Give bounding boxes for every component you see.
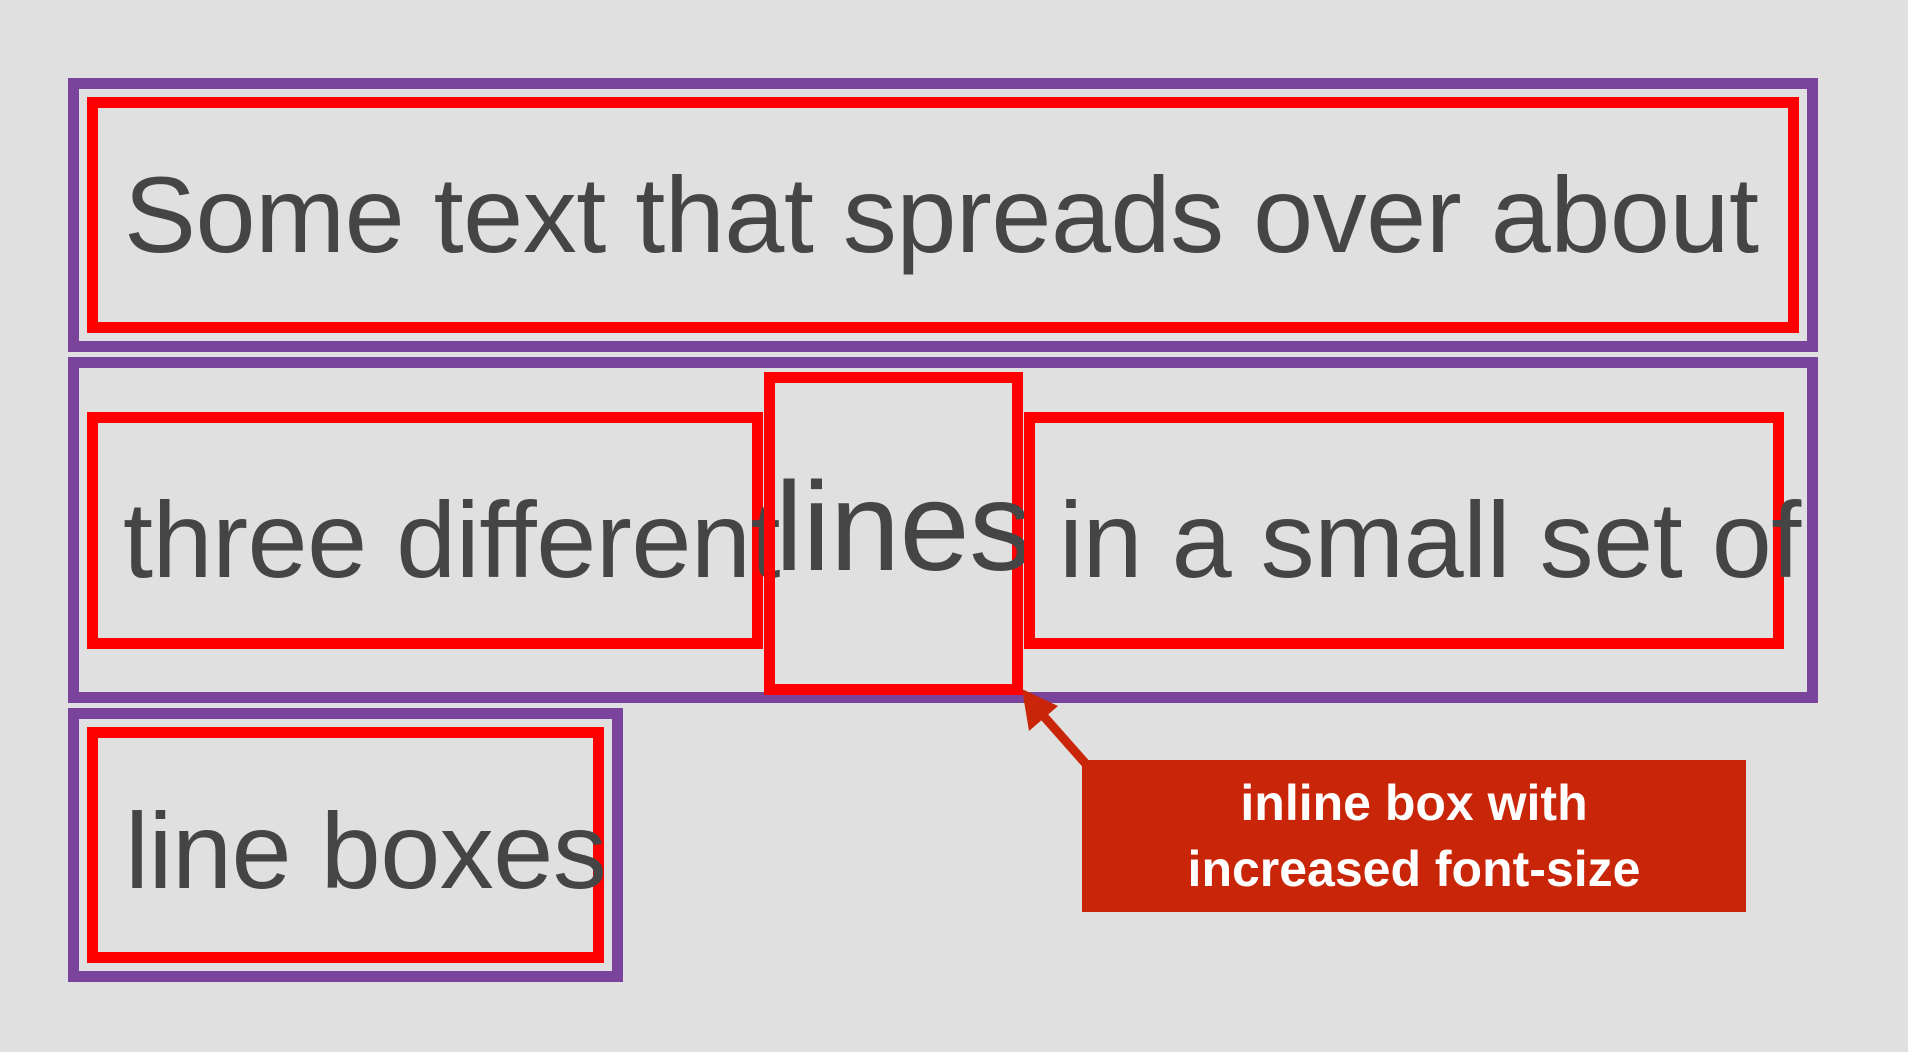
inline-box-4: line boxes (87, 727, 607, 963)
inline-box-3-text: in a small set of (1059, 478, 1801, 600)
callout-arrow-shaft (1036, 709, 1090, 767)
inline-box-4-text: line boxes (125, 790, 607, 911)
inline-box-1-text: Some text that spreads over about (124, 154, 1759, 275)
inline-box-enlarged-text: lines (775, 455, 1032, 597)
callout-line-1: inline box with (1240, 775, 1588, 831)
inline-box-2: three different (87, 412, 780, 649)
callout-box: inline box with increased font-size (1082, 760, 1746, 912)
callout-line-2: increased font-size (1187, 841, 1641, 897)
inline-box-1: Some text that spreads over about (87, 97, 1799, 333)
inline-box-3: in a small set of (1024, 412, 1801, 649)
inline-box-enlarged: lines (764, 372, 1032, 695)
inline-box-2-text: three different (123, 478, 780, 600)
